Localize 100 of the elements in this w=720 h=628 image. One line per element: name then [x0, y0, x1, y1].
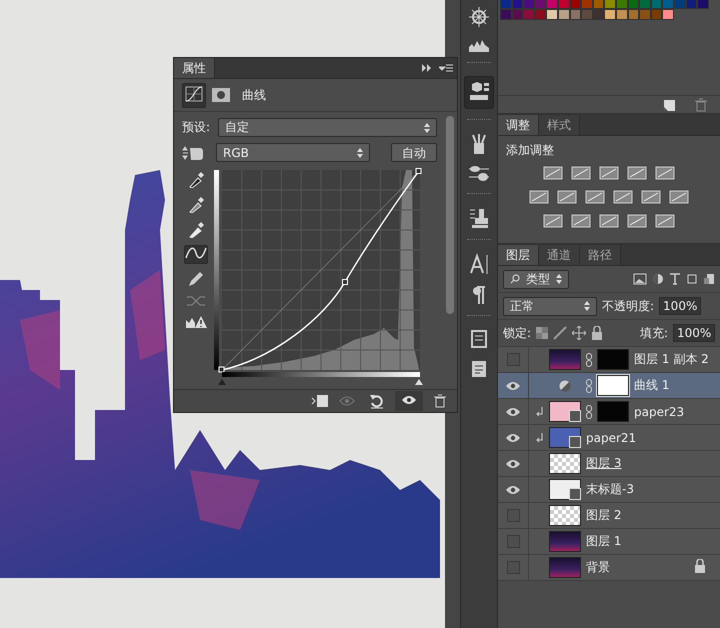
chain-icon[interactable] — [586, 378, 592, 392]
eyedropper-icon[interactable] — [188, 170, 204, 188]
visibility-checkbox[interactable] — [506, 535, 520, 548]
color-swatch[interactable] — [558, 9, 570, 20]
adjustment-filter-icon[interactable] — [652, 273, 664, 285]
collapse-icon[interactable] — [421, 64, 433, 72]
color-swatch[interactable] — [616, 9, 628, 20]
blend-mode-dropdown[interactable]: 正常 — [503, 296, 597, 316]
layer-row[interactable]: paper23 — [498, 399, 720, 425]
clip-to-layer-icon[interactable] — [311, 394, 329, 408]
curve-point[interactable] — [416, 168, 422, 174]
channel-dropdown[interactable]: RGB — [216, 143, 370, 162]
color-swatch[interactable] — [592, 0, 604, 9]
smart-filter-icon[interactable] — [703, 273, 715, 285]
image-filter-icon[interactable] — [633, 273, 647, 285]
visibility-checkbox[interactable] — [506, 353, 520, 366]
character-panel-icon[interactable] — [468, 253, 490, 275]
color-swatch[interactable] — [534, 9, 546, 20]
reset-icon[interactable] — [369, 393, 385, 409]
color-swatch[interactable] — [546, 9, 558, 20]
color-swatch[interactable] — [604, 9, 616, 20]
eye-icon[interactable] — [505, 380, 521, 390]
layer-row[interactable]: paper21 — [498, 425, 720, 451]
mask-icon[interactable] — [212, 88, 230, 102]
cube-panel-icon[interactable] — [468, 80, 490, 102]
layer-mask-thumbnail[interactable] — [597, 401, 629, 422]
eye-icon[interactable] — [505, 406, 521, 416]
layer-row[interactable]: 末标题-3 — [498, 477, 720, 503]
brush-settings-icon[interactable] — [468, 165, 490, 183]
curve-point[interactable] — [218, 366, 224, 372]
layer-row[interactable]: 图层 1 — [498, 529, 720, 555]
hand-adjust-icon[interactable] — [182, 144, 204, 160]
color-swatch[interactable] — [570, 9, 582, 20]
layer-row[interactable]: 曲线 1 — [498, 373, 720, 399]
color-swatch[interactable] — [650, 0, 662, 9]
color-swatch[interactable] — [697, 0, 709, 9]
notes-icon[interactable] — [468, 329, 490, 349]
auto-button[interactable]: 自动 — [391, 143, 437, 162]
layer-row[interactable]: 背景 — [498, 555, 720, 581]
color-swatch[interactable] — [662, 0, 674, 9]
trash-icon[interactable] — [694, 98, 708, 112]
color-swatch[interactable] — [604, 0, 616, 9]
lock-icon[interactable] — [591, 326, 604, 340]
color-swatch[interactable] — [639, 9, 651, 20]
eyedropper-icon[interactable] — [188, 195, 204, 213]
layer-mask-thumbnail[interactable] — [597, 349, 629, 370]
panel-tab[interactable]: 图层 — [498, 245, 539, 265]
scrollbar-thumb[interactable] — [446, 116, 454, 314]
shape-filter-icon[interactable] — [686, 273, 698, 285]
smooth-icon[interactable] — [186, 294, 206, 308]
color-swatch[interactable] — [686, 0, 698, 9]
lock-transparency-icon[interactable] — [536, 327, 548, 339]
clipping-warning-icon[interactable] — [185, 315, 207, 329]
stamp-icon[interactable] — [468, 207, 490, 229]
trash-icon[interactable] — [433, 394, 447, 408]
color-swatch[interactable] — [674, 0, 686, 9]
color-swatch[interactable] — [546, 0, 558, 9]
text-filter-icon[interactable] — [669, 273, 681, 285]
curves-adjustment-icon[interactable] — [183, 84, 205, 104]
layer-row[interactable]: 图层 1 副本 2 — [498, 347, 720, 373]
filter-dropdown[interactable]: 类型 — [503, 270, 569, 288]
panel-tab[interactable]: 通道 — [539, 245, 580, 265]
color-swatch[interactable] — [650, 9, 662, 20]
eyedropper-icon[interactable] — [188, 220, 204, 238]
chain-icon[interactable] — [586, 352, 592, 366]
visibility-checkbox[interactable] — [506, 509, 520, 522]
panel-menu-icon[interactable] — [439, 64, 453, 72]
input-range-track[interactable] — [218, 379, 423, 385]
chain-icon[interactable] — [586, 404, 592, 418]
wheel-icon[interactable] — [468, 6, 490, 28]
eye-icon[interactable] — [505, 458, 521, 468]
color-swatch[interactable] — [500, 9, 512, 20]
eye-icon[interactable] — [505, 484, 521, 494]
panel-tab[interactable]: 属性 — [174, 58, 215, 78]
new-swatch-icon[interactable] — [662, 98, 676, 112]
color-swatch[interactable] — [592, 9, 604, 20]
curve-point-icon[interactable] — [185, 246, 207, 260]
panel-tab[interactable]: 路径 — [580, 245, 621, 265]
color-swatch[interactable] — [512, 9, 524, 20]
preset-dropdown[interactable]: 自定 — [218, 118, 437, 137]
fill-field[interactable]: 100% — [673, 324, 715, 342]
opacity-field[interactable]: 100% — [659, 297, 702, 315]
pencil-icon[interactable] — [188, 271, 204, 287]
eye-icon[interactable] — [505, 432, 521, 442]
color-swatch[interactable] — [523, 9, 535, 20]
layer-mask-thumbnail[interactable] — [597, 375, 629, 396]
color-swatch[interactable] — [628, 9, 640, 20]
panel-tab[interactable]: 样式 — [539, 115, 580, 135]
color-swatch[interactable] — [581, 9, 593, 20]
color-swatch[interactable] — [639, 0, 651, 9]
highlight-slider[interactable] — [415, 379, 423, 385]
brush-icon[interactable] — [553, 326, 568, 340]
color-swatch[interactable] — [534, 0, 546, 9]
color-swatch[interactable] — [558, 0, 570, 9]
move-icon[interactable] — [572, 326, 586, 340]
color-swatch[interactable] — [616, 0, 628, 9]
shadow-slider[interactable] — [218, 379, 226, 385]
color-swatch[interactable] — [628, 0, 640, 9]
eye-icon[interactable] — [401, 395, 417, 405]
visibility-checkbox[interactable] — [506, 561, 520, 574]
